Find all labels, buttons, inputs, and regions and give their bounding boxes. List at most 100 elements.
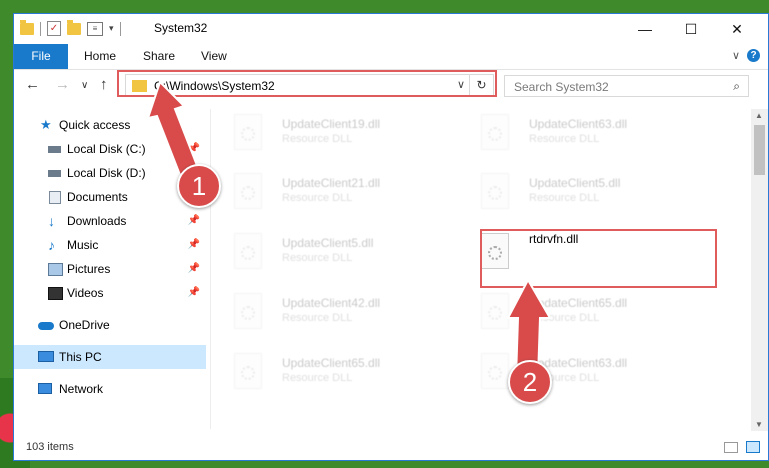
properties-check-icon[interactable]: ✓ xyxy=(47,21,61,36)
close-button[interactable]: ✕ xyxy=(714,14,760,44)
new-folder-icon[interactable] xyxy=(67,19,81,35)
file-type: Resource DLL xyxy=(282,312,353,324)
sidebar-item-label: This PC xyxy=(59,350,102,364)
file-name: UpdateClient65.dll xyxy=(282,356,381,370)
sidebar-item-label: Local Disk (D:) xyxy=(67,166,146,180)
dll-file-icon xyxy=(481,114,509,150)
quick-access-toolbar: ✓ ≡ ▾ xyxy=(20,19,121,36)
sidebar-item-onedrive[interactable]: OneDrive xyxy=(14,313,206,337)
file-type: Resource DLL xyxy=(282,133,353,145)
toolbar-separator xyxy=(119,21,121,36)
file-item[interactable]: UpdateClient63.dll Resource DLL xyxy=(461,109,691,161)
file-type: Resource DLL xyxy=(282,372,353,384)
file-list: UpdateClient19.dll Resource DLL UpdateCl… xyxy=(214,109,744,429)
file-item[interactable]: UpdateClient5.dll Resource DLL xyxy=(214,228,444,280)
minimize-button[interactable]: — xyxy=(622,14,668,44)
dll-file-icon xyxy=(234,293,262,329)
file-type: Resource DLL xyxy=(282,192,353,204)
customize-toolbar-dropdown-icon[interactable]: ▾ xyxy=(109,23,114,34)
star-icon: ★ xyxy=(40,117,52,132)
tab-share[interactable]: Share xyxy=(143,44,175,69)
dll-file-icon xyxy=(234,173,262,209)
file-name: UpdateClient21.dll xyxy=(282,176,381,190)
file-item[interactable]: UpdateClient42.dll Resource DLL xyxy=(214,288,444,340)
search-icon[interactable]: ⌕ xyxy=(733,79,740,94)
sidebar-item-downloads[interactable]: ↓ Downloads 📌 xyxy=(14,209,206,233)
recent-locations-button[interactable]: ∨ xyxy=(81,80,88,91)
details-view-icon[interactable] xyxy=(724,442,738,453)
sidebar-item-label: Documents xyxy=(67,190,128,204)
vertical-scrollbar[interactable]: ▲ ▼ xyxy=(751,109,768,431)
expand-ribbon-icon[interactable]: ∨ xyxy=(732,49,740,62)
back-button[interactable]: ← xyxy=(25,76,40,93)
step-callout-2: 2 xyxy=(508,360,552,404)
scroll-up-icon[interactable]: ▲ xyxy=(755,111,763,120)
pin-icon[interactable]: 📌 xyxy=(188,209,200,233)
sidebar-item-this-pc[interactable]: This PC xyxy=(14,345,206,369)
sidebar-item-label: Local Disk (C:) xyxy=(67,142,146,156)
sidebar-item-local-disk-c[interactable]: Local Disk (C:) 📌 xyxy=(14,137,206,161)
status-bar: 103 items xyxy=(14,436,768,460)
sidebar-item-label: Pictures xyxy=(67,262,111,276)
file-type: Resource DLL xyxy=(529,192,600,204)
sidebar-item-music[interactable]: ♪ Music 📌 xyxy=(14,233,206,257)
file-item[interactable]: UpdateClient5.dll Resource DLL xyxy=(461,168,691,220)
network-icon xyxy=(38,383,52,394)
file-explorer-window: ✓ ≡ ▾ System32 — ☐ ✕ File Home Share Vie… xyxy=(13,13,769,461)
tab-home[interactable]: Home xyxy=(84,44,116,69)
sidebar-item-videos[interactable]: Videos 📌 xyxy=(14,281,206,305)
file-name: UpdateClient5.dll xyxy=(282,236,374,250)
sidebar-item-quick-access[interactable]: ★ Quick access xyxy=(14,113,206,137)
file-name: UpdateClient63.dll xyxy=(529,117,628,131)
navigation-bar: ← → ∨ ↑ C:\Windows\System32 ∨ ↻ Search S… xyxy=(14,70,768,102)
dll-file-icon xyxy=(234,114,262,150)
sidebar-item-label: Network xyxy=(59,382,104,396)
file-item[interactable]: UpdateClient65.dll Resource DLL xyxy=(461,288,691,340)
dll-file-icon xyxy=(481,173,509,209)
help-icon[interactable]: ? xyxy=(747,49,760,62)
cloud-icon xyxy=(38,322,54,330)
file-item[interactable]: UpdateClient63.dll Resource DLL xyxy=(461,348,691,400)
dll-file-icon xyxy=(481,293,509,329)
dll-file-icon xyxy=(234,233,262,269)
drive-icon xyxy=(48,146,61,153)
sidebar-item-label: Downloads xyxy=(67,214,127,228)
pane-divider xyxy=(210,109,211,429)
pin-icon[interactable]: 📌 xyxy=(188,137,200,161)
file-item[interactable]: UpdateClient19.dll Resource DLL xyxy=(214,109,444,161)
file-item[interactable]: UpdateClient65.dll Resource DLL xyxy=(214,348,444,400)
address-highlight-box xyxy=(117,70,497,97)
item-count: 103 items xyxy=(26,441,74,453)
maximize-button[interactable]: ☐ xyxy=(668,14,714,44)
scroll-down-icon[interactable]: ▼ xyxy=(755,420,763,429)
step-callout-1: 1 xyxy=(177,164,221,208)
pin-icon[interactable]: 📌 xyxy=(188,281,200,305)
file-item[interactable]: UpdateClient21.dll Resource DLL xyxy=(214,168,444,220)
large-icons-view-icon[interactable] xyxy=(746,441,760,453)
forward-button[interactable]: → xyxy=(55,76,70,93)
dll-file-icon xyxy=(481,353,509,389)
title-bar: ✓ ≡ ▾ System32 — ☐ ✕ xyxy=(14,14,768,44)
download-icon: ↓ xyxy=(48,213,55,229)
tab-file[interactable]: File xyxy=(14,44,68,69)
pin-icon[interactable]: 📌 xyxy=(188,233,200,257)
videos-icon xyxy=(48,287,63,300)
sidebar-item-label: Music xyxy=(67,238,99,252)
drive-icon xyxy=(48,170,61,177)
sidebar-item-pictures[interactable]: Pictures 📌 xyxy=(14,257,206,281)
file-name: UpdateClient5.dll xyxy=(529,176,621,190)
computer-icon xyxy=(38,351,54,362)
file-type: Resource DLL xyxy=(529,312,600,324)
up-button[interactable]: ↑ xyxy=(100,76,108,93)
sidebar-item-network[interactable]: Network xyxy=(14,377,206,401)
tab-view[interactable]: View xyxy=(201,44,227,69)
pin-icon[interactable]: 📌 xyxy=(188,257,200,281)
music-icon: ♪ xyxy=(48,237,55,253)
file-name: UpdateClient19.dll xyxy=(282,117,381,131)
properties-icon[interactable]: ≡ xyxy=(87,21,103,36)
window-title: System32 xyxy=(154,21,208,35)
folder-icon xyxy=(20,19,34,35)
scroll-thumb[interactable] xyxy=(754,125,765,175)
search-input[interactable]: Search System32 ⌕ xyxy=(504,75,749,97)
navigation-pane: ★ Quick access Local Disk (C:) 📌 Local D… xyxy=(14,109,210,429)
